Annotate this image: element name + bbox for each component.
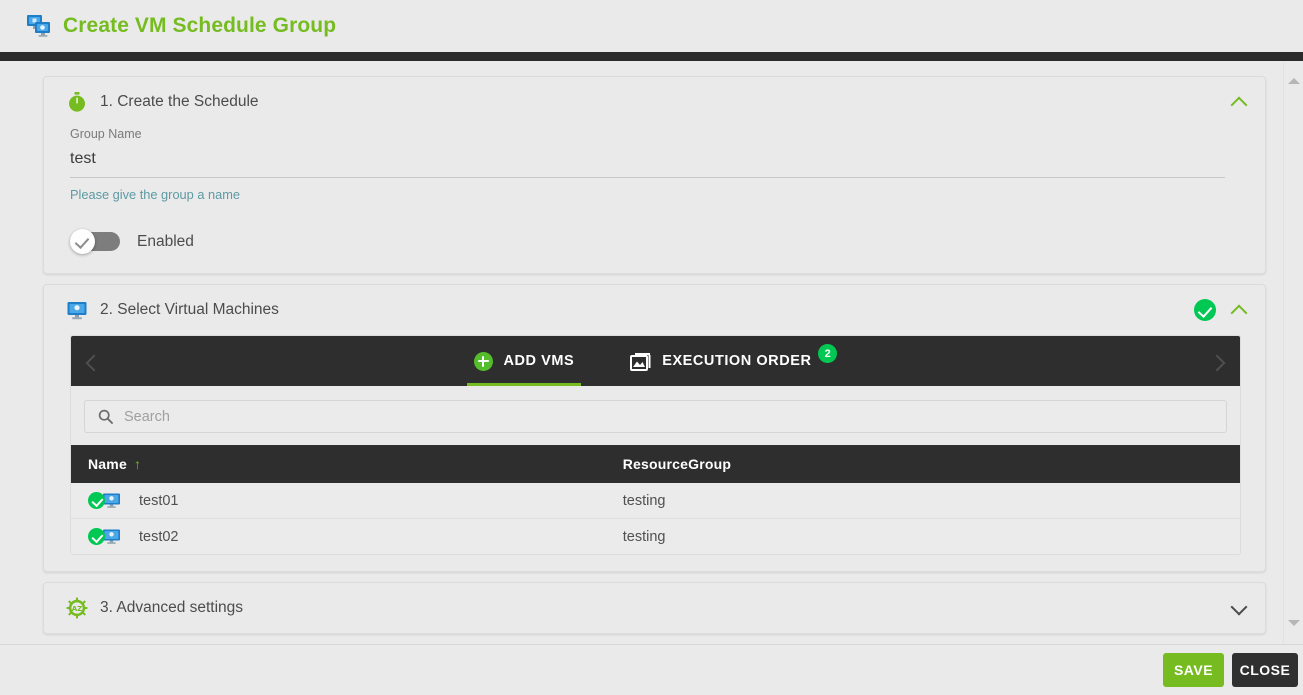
vm-search-wrap [71, 386, 1240, 445]
page-title: Create VM Schedule Group [63, 14, 337, 37]
header-divider-strip [0, 52, 1303, 61]
chevron-up-icon[interactable] [1231, 94, 1247, 110]
section-create-schedule-header[interactable]: 1. Create the Schedule [44, 77, 1265, 127]
toggle-knob-check-icon [70, 229, 95, 254]
section-select-vms: 2. Select Virtual Machines ADD VMS EXECU… [43, 284, 1266, 572]
vm-table-head: Name ↑ ResourceGroup [71, 445, 1240, 483]
section-create-schedule: 1. Create the Schedule Group Name Please… [43, 76, 1266, 274]
scroll-up-arrow-icon[interactable] [1287, 78, 1300, 84]
vm-row-icons [88, 492, 121, 509]
save-button[interactable]: SAVE [1163, 653, 1224, 687]
tab-execution-order-badge: 2 [818, 344, 838, 363]
vm-row-name-cell: test02 [71, 518, 609, 554]
section-create-schedule-controls [1231, 94, 1247, 110]
column-header-name[interactable]: Name ↑ [71, 445, 609, 483]
group-name-input[interactable] [70, 148, 1225, 178]
close-button[interactable]: CLOSE [1232, 653, 1298, 687]
plus-circle-icon [473, 351, 493, 371]
enabled-toggle-label: Enabled [137, 232, 194, 250]
scroll-content: 1. Create the Schedule Group Name Please… [0, 61, 1283, 644]
content-viewport: 1. Create the Schedule Group Name Please… [0, 61, 1303, 644]
vm-table-header-row: Name ↑ ResourceGroup [71, 445, 1240, 483]
chevron-up-icon[interactable] [1231, 302, 1247, 318]
tab-add-vms[interactable]: ADD VMS [466, 336, 582, 386]
vm-row-icons [88, 528, 121, 545]
section-advanced-settings-controls [1231, 600, 1247, 616]
section-create-schedule-title: 1. Create the Schedule [100, 93, 259, 110]
group-name-hint: Please give the group a name [70, 187, 241, 202]
section-advanced-settings-title: 3. Advanced settings [100, 599, 244, 616]
section-advanced-settings: AZ 3. Advanced settings [43, 582, 1266, 634]
enabled-toggle-row: Enabled [70, 229, 1241, 273]
section-advanced-settings-header[interactable]: AZ 3. Advanced settings [44, 583, 1265, 633]
svg-text:AZ: AZ [72, 605, 83, 613]
section-select-vms-controls [1194, 299, 1247, 321]
vm-tabs: ADD VMS EXECUTION ORDER 2 [113, 336, 1198, 386]
vm-row-name-cell: test01 [71, 483, 609, 519]
dialog-footer: SAVE CLOSE [0, 644, 1303, 695]
app-header: Create VM Schedule Group [0, 0, 1303, 52]
section-select-vms-title: 2. Select Virtual Machines [100, 301, 279, 318]
tab-scroll-left-button[interactable] [71, 336, 113, 386]
vm-row-resourcegroup: testing [608, 518, 1240, 554]
chevron-down-icon[interactable] [1231, 600, 1247, 616]
sort-ascending-icon: ↑ [133, 456, 142, 472]
vm-selection-panel: ADD VMS EXECUTION ORDER 2 Search Name ↑ … [70, 335, 1241, 555]
tab-execution-order-label: EXECUTION ORDER [662, 353, 812, 369]
gear-az-icon: AZ [66, 597, 88, 619]
vm-row-name: test02 [139, 528, 179, 545]
chevron-right-icon [1211, 353, 1227, 369]
section-create-schedule-body: Group Name Please give the group a name … [44, 127, 1265, 273]
collections-icon [630, 352, 651, 371]
vm-search-box[interactable] [84, 400, 1227, 433]
enabled-toggle[interactable] [70, 229, 120, 254]
vm-row-resourcegroup: testing [608, 483, 1240, 519]
vertical-scrollbar[interactable] [1283, 61, 1303, 644]
tab-execution-order[interactable]: EXECUTION ORDER 2 [623, 336, 844, 386]
tab-add-vms-label: ADD VMS [503, 353, 575, 369]
search-input[interactable] [124, 408, 1216, 425]
column-header-name-label: Name [88, 456, 127, 472]
stopwatch-icon [66, 91, 88, 113]
monitor-icon [66, 299, 88, 321]
vm-table: Name ↑ ResourceGroup test01 testing test… [71, 445, 1240, 554]
search-icon [98, 409, 113, 424]
vm-table-body: test01 testing test02 testing [71, 483, 1240, 554]
table-row[interactable]: test01 testing [71, 483, 1240, 519]
chevron-left-icon [84, 353, 100, 369]
vm-row-name: test01 [139, 492, 179, 509]
vm-group-icon [26, 13, 52, 39]
column-header-resourcegroup[interactable]: ResourceGroup [608, 445, 1240, 483]
table-row[interactable]: test02 testing [71, 518, 1240, 554]
status-complete-check-icon [1194, 299, 1216, 321]
vm-row-name-wrap: test02 [85, 528, 595, 545]
vm-row-name-wrap: test01 [85, 492, 595, 509]
column-header-resourcegroup-label: ResourceGroup [622, 456, 732, 472]
group-name-label: Group Name [70, 127, 142, 141]
vm-selected-check-icon[interactable] [88, 492, 105, 509]
scroll-down-arrow-icon[interactable] [1287, 620, 1300, 626]
vm-tabbar: ADD VMS EXECUTION ORDER 2 [71, 336, 1240, 386]
tab-scroll-right-button[interactable] [1198, 336, 1240, 386]
section-select-vms-header[interactable]: 2. Select Virtual Machines [44, 285, 1265, 335]
vm-selected-check-icon[interactable] [88, 528, 105, 545]
